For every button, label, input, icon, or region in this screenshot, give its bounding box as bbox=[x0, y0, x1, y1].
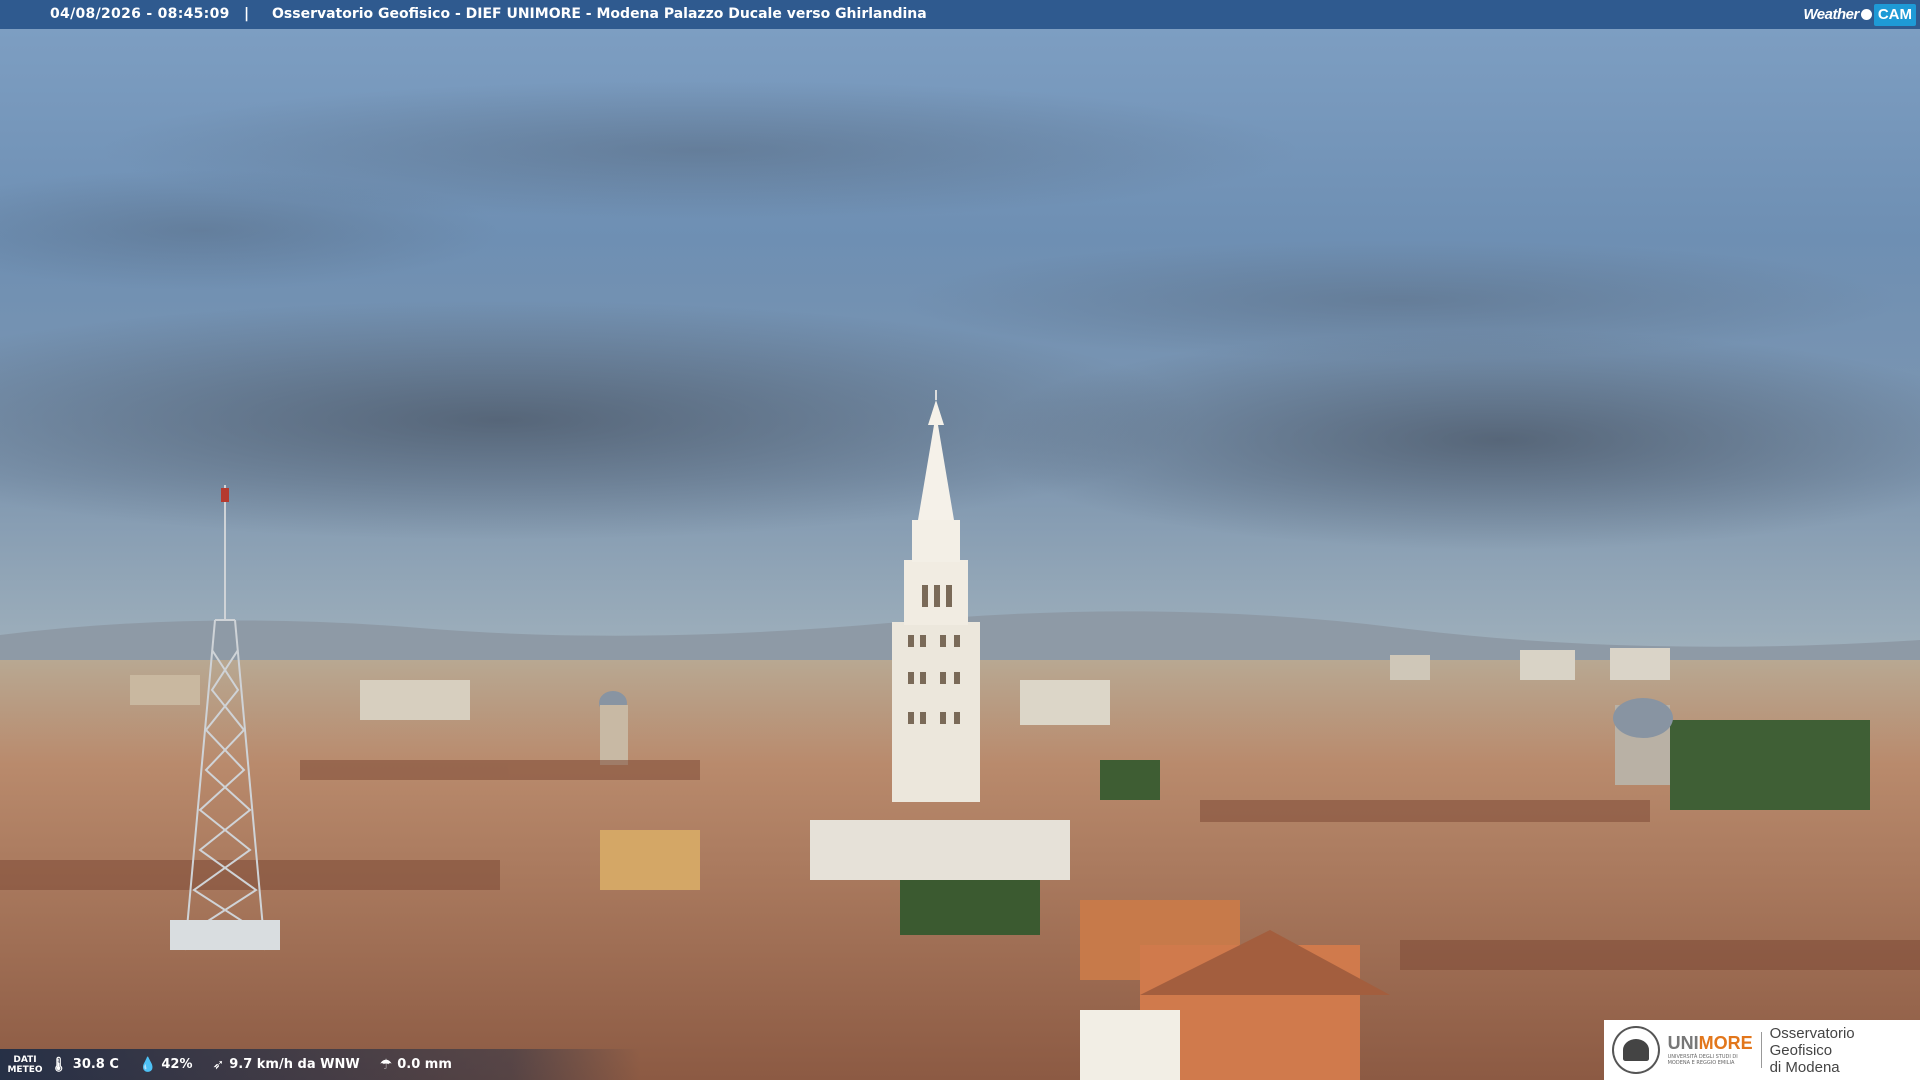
temperature-value: 30.8 C bbox=[72, 1057, 119, 1072]
wind-icon: ➶ bbox=[212, 1056, 225, 1073]
unimore-brand: UNIMORE UNIVERSITÀ DEGLI STUDI DI MODENA… bbox=[1668, 1034, 1753, 1066]
weather-data-bar: DATI METEO 🌡 30.8 C 💧 42% ➶ 9.7 km/h da … bbox=[0, 1049, 640, 1080]
observatory-line2: di Modena bbox=[1769, 1058, 1840, 1076]
thermometer-icon: 🌡 bbox=[50, 1056, 68, 1073]
unimore-logo-panel: UNIMORE UNIVERSITÀ DEGLI STUDI DI MODENA… bbox=[1604, 1020, 1920, 1080]
logo-divider bbox=[1760, 1032, 1762, 1068]
weathercam-logo: Weather CAM bbox=[1803, 2, 1916, 27]
rain-reading: ☂ 0.0 mm bbox=[380, 1057, 452, 1073]
weathercam-cam-badge: CAM bbox=[1873, 3, 1916, 26]
observatory-name: Osservatorio Geofisico di Modena bbox=[1770, 1025, 1920, 1076]
humidity-reading: 💧 42% bbox=[139, 1057, 193, 1073]
temperature-reading: 🌡 30.8 C bbox=[50, 1057, 119, 1073]
humidity-value: 42% bbox=[161, 1057, 193, 1072]
university-seal-icon bbox=[1612, 1026, 1660, 1074]
brand-more: MORE bbox=[1698, 1033, 1753, 1053]
camera-title: Osservatorio Geofisico - DIEF UNIMORE - … bbox=[272, 6, 927, 22]
brand-subtitle: UNIVERSITÀ DEGLI STUDI DI MODENA E REGGI… bbox=[1667, 1054, 1738, 1066]
weathercam-logo-text: Weather bbox=[1803, 6, 1859, 23]
wind-reading: ➶ 9.7 km/h da WNW bbox=[213, 1057, 360, 1073]
observatory-line1: Osservatorio Geofisico bbox=[1769, 1024, 1855, 1059]
timestamp: 04/08/2026 - 08:45:09 bbox=[50, 6, 230, 22]
weathercam-dot-icon bbox=[1860, 9, 1872, 20]
title-bar: 04/08/2026 - 08:45:09 | Osservatorio Geo… bbox=[0, 0, 1920, 29]
weather-data-label: DATI METEO bbox=[7, 1054, 43, 1075]
webcam-photo bbox=[0, 0, 1920, 1080]
wind-value: 9.7 km/h da WNW bbox=[229, 1057, 360, 1072]
title-separator: | bbox=[244, 6, 250, 22]
brand-uni: UNI bbox=[1667, 1033, 1699, 1053]
droplet-icon: 💧 bbox=[138, 1056, 157, 1073]
rain-value: 0.0 mm bbox=[397, 1057, 452, 1072]
rain-icon: ☂ bbox=[379, 1056, 393, 1073]
